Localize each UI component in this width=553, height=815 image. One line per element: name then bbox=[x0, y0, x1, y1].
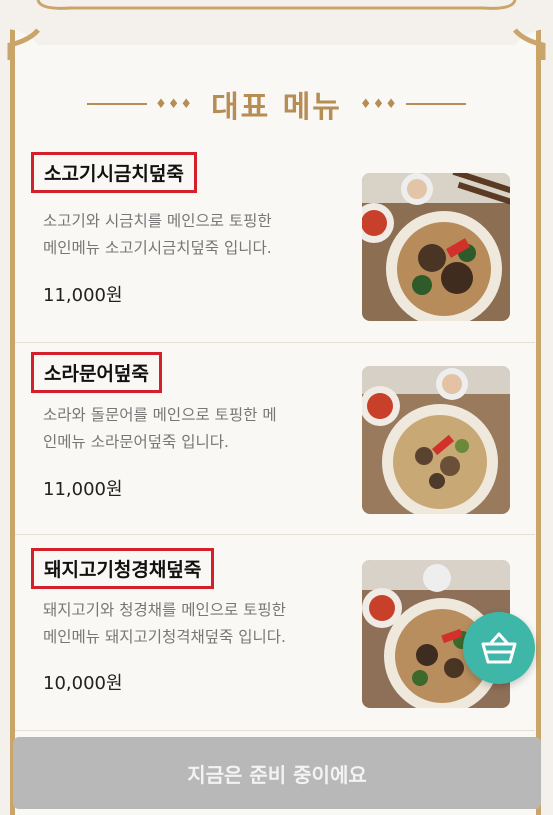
menu-item-name: 소고기시금치덮죽 bbox=[44, 163, 184, 185]
description-line: 메인메뉴 돼지고기청격채덮죽 입니다. bbox=[43, 628, 286, 646]
menu-item-name: 소라문어덮죽 bbox=[44, 363, 149, 385]
section-header: ♦♦♦ 대표 메뉴 ♦♦♦ bbox=[0, 82, 553, 126]
title-divider-right bbox=[405, 103, 466, 105]
menu-item[interactable]: 소고기시금치덮죽 소고기와 시금치를 메인으로 토핑한 메인메뉴 소고기시금치덮… bbox=[15, 152, 535, 343]
menu-item-name: 돼지고기청경채덮죽 bbox=[44, 559, 202, 581]
menu-item-price: 10,000원 bbox=[43, 673, 123, 694]
section-title: 대표 메뉴 bbox=[211, 90, 342, 125]
order-button[interactable]: 지금은 준비 중이에요 bbox=[13, 737, 541, 809]
diamond-ornament-icon: ♦♦♦ bbox=[359, 96, 398, 112]
item-name-highlight: 돼지고기청경채덮죽 bbox=[31, 548, 215, 589]
shopping-basket-icon bbox=[481, 632, 517, 664]
description-line: 소고기와 시금치를 메인으로 토핑한 bbox=[43, 212, 272, 230]
menu-item[interactable]: 소라문어덮죽 소라와 돌문어를 메인으로 토핑한 메 인메뉴 소라문어덮죽 입니… bbox=[15, 344, 535, 535]
menu-item-description: 돼지고기와 청경채를 메인으로 토핑한 메인메뉴 돼지고기청격채덮죽 입니다. bbox=[43, 597, 343, 651]
description-line: 인메뉴 소라문어덮죽 입니다. bbox=[43, 433, 229, 451]
description-line: 메인메뉴 소고기시금치덮죽 입니다. bbox=[43, 239, 272, 257]
beef-spinach-porridge-photo[interactable] bbox=[362, 173, 510, 321]
item-name-highlight: 소라문어덮죽 bbox=[31, 352, 162, 393]
conch-octopus-porridge-photo[interactable] bbox=[362, 366, 510, 514]
item-name-highlight: 소고기시금치덮죽 bbox=[31, 152, 197, 193]
menu-item-description: 소고기와 시금치를 메인으로 토핑한 메인메뉴 소고기시금치덮죽 입니다. bbox=[43, 208, 343, 262]
cart-button[interactable] bbox=[463, 612, 535, 684]
top-ornament bbox=[0, 0, 553, 60]
menu-item[interactable]: 돼지고기청경채덮죽 돼지고기와 청경채를 메인으로 토핑한 메인메뉴 돼지고기청… bbox=[15, 540, 535, 731]
menu-item-description: 소라와 돌문어를 메인으로 토핑한 메 인메뉴 소라문어덮죽 입니다. bbox=[43, 402, 343, 456]
description-line: 소라와 돌문어를 메인으로 토핑한 메 bbox=[43, 406, 277, 424]
description-line: 돼지고기와 청경채를 메인으로 토핑한 bbox=[43, 601, 286, 619]
menu-item-price: 11,000원 bbox=[43, 285, 123, 306]
title-divider-left bbox=[87, 103, 148, 105]
menu-item-price: 11,000원 bbox=[43, 479, 123, 500]
diamond-ornament-icon: ♦♦♦ bbox=[155, 96, 194, 112]
